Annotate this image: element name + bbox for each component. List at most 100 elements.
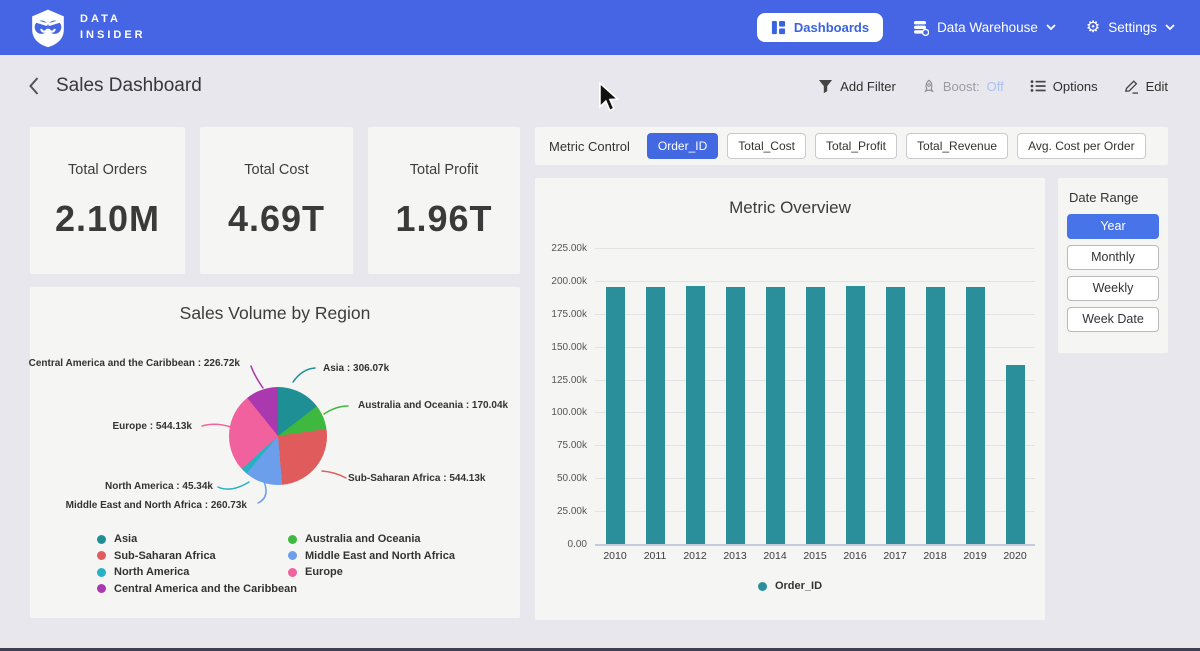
back-button[interactable] [28,76,40,96]
bar-2019[interactable] [966,287,985,544]
date-range-weekly-button[interactable]: Weekly [1067,276,1159,301]
dashboard-grid-icon [771,20,786,35]
y-tick: 75.00k [557,440,587,451]
legend-label: Central America and the Caribbean [114,583,297,595]
legend-label: Asia [114,533,137,545]
bar-2017[interactable] [886,287,905,544]
brand-text: DATA INSIDER [80,12,146,44]
edit-button[interactable]: Edit [1124,79,1168,94]
bar-y-axis: 225.00k200.00k175.00k150.00k125.00k100.0… [535,178,587,620]
metric-control-options: Order_ID Total_Cost Total_Profit Total_R… [647,133,1146,159]
date-range-week-date-button[interactable]: Week Date [1067,307,1159,332]
bar-2018[interactable] [926,287,945,544]
topbar: DATA INSIDER Dashboards D [0,0,1200,55]
chevron-down-icon [1046,24,1056,31]
bar-2016[interactable] [846,286,865,544]
bar-2011[interactable] [646,287,665,544]
pie-label-sub-saharan-africa: Sub-Saharan Africa : 544.13k [348,473,485,484]
legend-swatch [288,551,297,560]
date-range-monthly-button[interactable]: Monthly [1067,245,1159,270]
list-options-icon [1030,79,1046,93]
metric-option-avg-cost-per-order[interactable]: Avg. Cost per Order [1017,133,1146,159]
dashboards-button[interactable]: Dashboards [757,13,883,42]
bar-2012[interactable] [686,286,705,544]
metric-option-total-profit[interactable]: Total_Profit [815,133,897,159]
gear-icon: ⚙ [1086,20,1100,36]
sales-volume-panel: Sales Volume by Region Asia : 306.07k Au… [30,287,520,618]
legend-label: Sub-Saharan Africa [114,550,216,562]
pie-label-asia: Asia : 306.07k [323,363,389,374]
subheader: Sales Dashboard Add Filter Boost: Off [0,55,1200,117]
pencil-icon [1124,79,1139,94]
legend-item-europe[interactable]: Europe [288,566,455,578]
subheader-actions: Add Filter Boost: Off Options [818,79,1168,94]
bar-bars [595,248,1035,544]
bar-2015[interactable] [806,287,825,544]
boost-value: Off [987,79,1004,94]
bar-chart-legend[interactable]: Order_ID [535,580,1045,592]
y-tick: 50.00k [557,473,587,484]
bar-2014[interactable] [766,287,785,544]
topnav: Dashboards Data Warehouse ⚙ Settings [757,13,1175,42]
legend-item-middle-east-north-africa[interactable]: Middle East and North Africa [288,550,455,562]
x-tick-2020: 2020 [995,550,1035,562]
page-title: Sales Dashboard [56,75,202,97]
owl-logo-icon [28,8,68,48]
kpi-value: 2.10M [55,198,160,240]
date-range-year-button[interactable]: Year [1067,214,1159,239]
data-warehouse-menu[interactable]: Data Warehouse [913,20,1056,36]
pie-chart[interactable] [229,387,327,485]
bar-2020[interactable] [1006,365,1025,544]
add-filter-label: Add Filter [840,79,896,94]
bar-2010[interactable] [606,287,625,544]
dashboards-label: Dashboards [794,20,869,35]
metric-option-total-revenue[interactable]: Total_Revenue [906,133,1008,159]
kpi-total-cost: Total Cost 4.69T [200,127,353,274]
x-tick-2016: 2016 [835,550,875,562]
kpi-total-profit: Total Profit 1.96T [368,127,520,274]
legend-label: Middle East and North Africa [305,550,455,562]
x-tick-2010: 2010 [595,550,635,562]
date-range-label: Date Range [1069,190,1159,205]
settings-menu[interactable]: ⚙ Settings [1086,20,1175,36]
legend-swatch [288,568,297,577]
pie-legend-column-2: Australia and Oceania Middle East and No… [288,533,455,578]
legend-swatch [758,582,767,591]
filter-funnel-icon [818,79,833,94]
legend-item-central-america-caribbean[interactable]: Central America and the Caribbean [97,583,297,595]
metric-control-bar: Metric Control Order_ID Total_Cost Total… [535,127,1168,165]
legend-swatch [97,535,106,544]
x-tick-2018: 2018 [915,550,955,562]
gridline [595,544,1035,546]
kpi-value: 4.69T [228,198,325,240]
add-filter-button[interactable]: Add Filter [818,79,896,94]
legend-item-asia[interactable]: Asia [97,533,297,545]
kpi-label: Total Cost [244,162,308,178]
legend-label: Order_ID [775,580,822,592]
x-tick-2015: 2015 [795,550,835,562]
options-button[interactable]: Options [1030,79,1098,94]
metric-option-total-cost[interactable]: Total_Cost [727,133,806,159]
legend-label: Europe [305,566,343,578]
legend-item-north-america[interactable]: North America [97,566,297,578]
settings-label: Settings [1108,20,1157,35]
bar-2013[interactable] [726,287,745,544]
y-tick: 125.00k [551,375,587,386]
pie-label-central-america-caribbean: Central America and the Caribbean : 226.… [29,358,240,369]
rocket-icon [922,79,936,94]
x-tick-2011: 2011 [635,550,675,562]
legend-item-australia-oceania[interactable]: Australia and Oceania [288,533,455,545]
y-tick: 25.00k [557,506,587,517]
boost-toggle[interactable]: Boost: Off [922,79,1004,94]
legend-swatch [97,551,106,560]
pie-chart-title: Sales Volume by Region [30,303,520,324]
y-tick: 175.00k [551,309,587,320]
pie-label-middle-east-north-africa: Middle East and North Africa : 260.73k [66,500,247,511]
legend-label: Australia and Oceania [305,533,421,545]
metric-option-order-id[interactable]: Order_ID [647,133,718,159]
legend-swatch [97,584,106,593]
kpi-label: Total Profit [410,162,479,178]
bar-x-axis: 2010201120122013201420152016201720182019… [595,550,1035,562]
legend-item-sub-saharan-africa[interactable]: Sub-Saharan Africa [97,550,297,562]
date-range-options: Year Monthly Weekly Week Date [1067,214,1159,332]
